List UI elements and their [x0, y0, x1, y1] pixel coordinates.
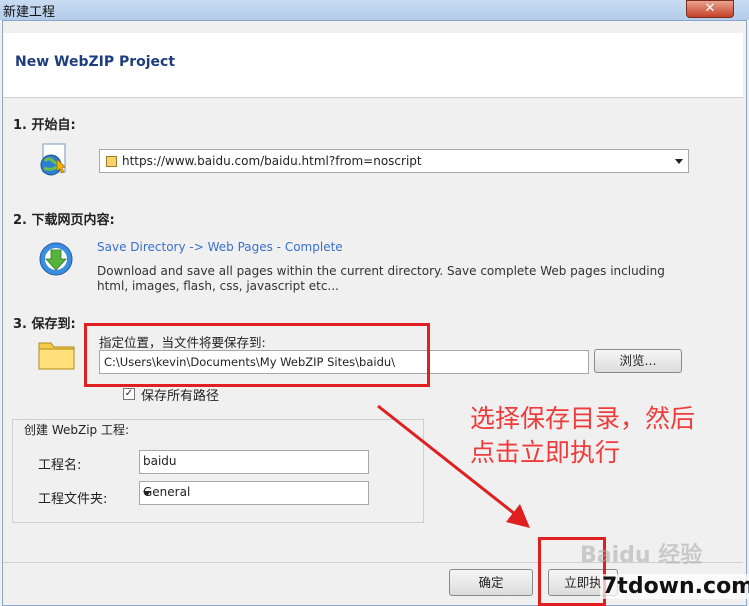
project-folder-select[interactable]: General: [139, 481, 369, 505]
section-save-label: 3. 保存到:: [13, 317, 76, 332]
save-paths-label: 保存所有路径: [141, 389, 220, 404]
watermark: Baidu 经验: [580, 543, 703, 568]
window-title: 新建工程: [3, 5, 56, 20]
site-watermark: 7tdown.com: [600, 574, 749, 599]
start-url-combobox[interactable]: https://www.baidu.com/baidu.html?from=no…: [99, 149, 689, 173]
project-name-value: baidu: [143, 454, 177, 468]
section-content-label: 2. 下载网页内容:: [13, 213, 115, 228]
title-bar: 新建工程 ✕: [0, 0, 749, 20]
project-name-input[interactable]: baidu: [139, 450, 369, 474]
project-folder-label: 工程文件夹:: [38, 492, 108, 507]
close-button[interactable]: ✕: [686, 0, 734, 18]
web-page-icon: [40, 143, 66, 176]
start-url-value: https://www.baidu.com/baidu.html?from=no…: [122, 154, 422, 168]
annotation-arrow-icon: [377, 404, 530, 528]
header-title: New WebZIP Project: [15, 54, 176, 70]
ok-button[interactable]: 确定: [449, 569, 533, 596]
download-option-description: Download and save all pages within the c…: [97, 264, 665, 293]
download-icon: [39, 242, 73, 276]
chevron-down-icon[interactable]: [675, 159, 683, 164]
project-name-label: 工程名:: [38, 458, 82, 473]
page-icon: [106, 156, 117, 167]
browse-button[interactable]: 浏览...: [594, 349, 682, 373]
highlight-box: [84, 323, 430, 387]
section-start-label: 1. 开始自:: [13, 118, 76, 133]
save-paths-checkbox[interactable]: ✓: [123, 388, 135, 400]
project-group-title: 创建 WebZip 工程:: [22, 421, 132, 438]
folder-icon: [38, 342, 75, 370]
download-option-link[interactable]: Save Directory -> Web Pages - Complete: [97, 240, 343, 254]
dialog-header: New WebZIP Project: [3, 33, 743, 98]
chevron-down-icon[interactable]: [143, 491, 151, 496]
